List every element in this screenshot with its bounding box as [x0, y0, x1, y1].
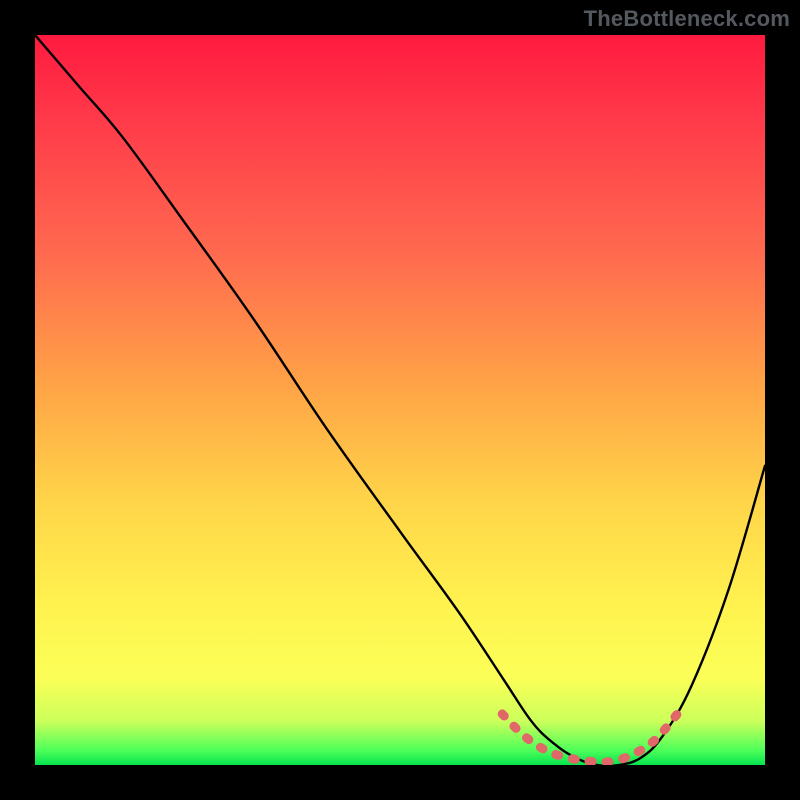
plot-gradient-background — [35, 35, 765, 765]
watermark-label: TheBottleneck.com — [584, 6, 790, 32]
chart-frame: TheBottleneck.com — [0, 0, 800, 800]
